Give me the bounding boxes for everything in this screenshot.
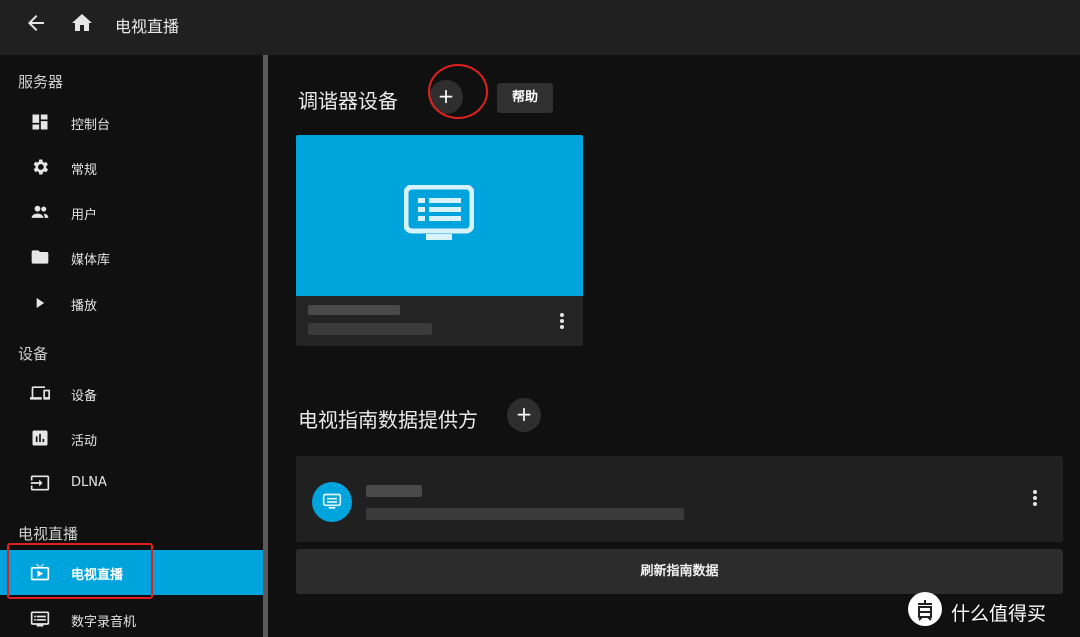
guide-providers-heading: 电视指南数据提供方 [298,408,478,432]
avatar [312,482,352,522]
refresh-guide-button[interactable]: 刷新指南数据 [296,549,1063,594]
watermark-logo [908,592,942,626]
activity-chart-icon [32,430,48,446]
watermark-text: 什么值得买 [951,603,1047,625]
highlight-circle [428,64,488,119]
arrow-left-icon[interactable] [24,11,48,35]
sidebar-section-livetv: 电视直播 [18,525,79,543]
devices-icon [30,386,50,400]
sidebar-item-label: 用户 [71,208,98,223]
add-guide-provider-button[interactable]: + [507,398,541,432]
tuner-devices-heading: 调谐器设备 [298,89,398,113]
home-icon[interactable] [70,11,94,35]
sidebar-item-label: 活动 [71,434,98,449]
sidebar-item-dlna[interactable]: DLNA [0,461,263,506]
sidebar-item-label: 设备 [71,389,98,404]
more-vert-icon[interactable] [1026,488,1044,508]
help-button[interactable]: 帮助 [497,83,553,113]
watermark-logo-glyph [909,593,941,625]
page-title: 电视直播 [115,17,180,36]
tv-guide-icon [322,493,342,509]
tv-guide-icon [404,185,474,240]
sidebar-item-label: 常规 [71,163,98,178]
list-item[interactable] [296,456,1063,542]
sidebar-item-general[interactable]: 常规 [0,145,263,190]
sidebar-item-label: 媒体库 [71,253,111,268]
folder-icon [31,250,49,264]
sidebar-item-dashboard[interactable]: 控制台 [0,100,263,145]
sidebar-item-dvr[interactable]: 数字录音机 [0,597,263,637]
sidebar-item-activity[interactable]: 活动 [0,416,263,461]
sidebar-item-devices[interactable]: 设备 [0,371,263,416]
redacted-text [366,508,684,520]
sidebar-item-users[interactable]: 用户 [0,190,263,235]
sidebar-item-label: 控制台 [71,118,111,133]
gear-icon [33,159,48,175]
sidebar-item-label: 播放 [71,299,98,314]
dvr-icon [30,611,50,627]
play-icon [36,298,45,308]
sidebar-section-devices: 设备 [18,345,49,363]
sidebar-scrollbar[interactable] [263,55,268,637]
input-icon [30,475,50,491]
redacted-text [308,323,432,335]
sidebar-section-server: 服务器 [18,73,64,91]
sidebar-item-label: DLNA [71,475,107,490]
tuner-card[interactable] [296,135,583,346]
sidebar-item-libraries[interactable]: 媒体库 [0,235,263,280]
redacted-text [308,305,400,315]
sidebar-item-playback[interactable]: 播放 [0,281,263,326]
redacted-text [366,485,422,497]
more-vert-icon[interactable] [553,311,571,331]
people-icon [31,205,49,218]
highlight-outline [7,543,153,599]
dashboard-icon [32,114,48,130]
sidebar-item-label: 数字录音机 [71,615,137,630]
top-app-bar: 电视直播 [0,0,1080,55]
